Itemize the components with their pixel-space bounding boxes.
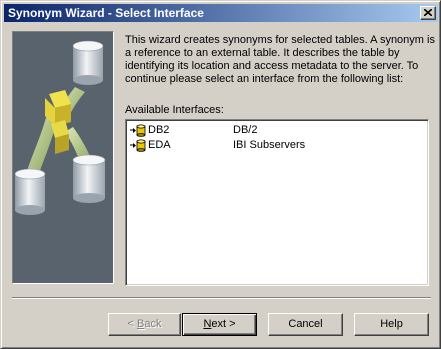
cancel-button[interactable]: Cancel — [268, 313, 343, 336]
back-button-label: < Back — [127, 318, 162, 330]
help-button-label: Help — [380, 318, 403, 330]
database-icon — [130, 139, 146, 152]
button-separator — [12, 297, 431, 299]
wizard-illustration — [12, 31, 114, 284]
database-connection-illustration — [14, 40, 106, 215]
title-bar[interactable]: Synonym Wizard - Select Interface — [4, 4, 438, 22]
wizard-description: This wizard creates synonyms for selecte… — [125, 34, 435, 85]
cancel-button-label: Cancel — [288, 318, 323, 330]
interface-name: EDA — [148, 139, 171, 151]
interface-description: DB/2 — [233, 124, 258, 136]
close-button[interactable] — [420, 6, 436, 20]
list-item-eda[interactable]: EDA IBI Subservers — [128, 138, 426, 153]
interface-name: DB2 — [148, 124, 170, 136]
synonym-wizard-dialog: Synonym Wizard - Select Interface This w… — [0, 0, 441, 349]
list-item-db2[interactable]: DB2 DB/2 — [128, 123, 426, 138]
interfaces-listbox[interactable]: DB2 DB/2 EDA IBI Subservers — [125, 119, 429, 286]
next-button-label: Next > — [203, 318, 236, 330]
help-button[interactable]: Help — [354, 313, 429, 336]
back-button[interactable]: < Back — [108, 313, 181, 336]
next-button[interactable]: Next > — [182, 313, 257, 336]
database-icon — [130, 124, 146, 137]
close-icon — [424, 9, 432, 16]
available-interfaces-label: Available Interfaces: — [125, 104, 224, 116]
window-title: Synonym Wizard - Select Interface — [8, 6, 204, 20]
interface-description: IBI Subservers — [233, 139, 306, 151]
